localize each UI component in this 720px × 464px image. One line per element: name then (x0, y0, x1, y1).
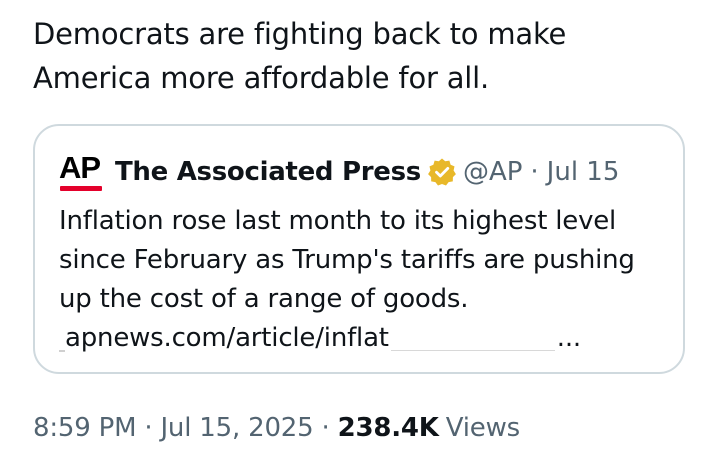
header-separator: · (530, 157, 539, 187)
views-count: 238.4K (337, 413, 439, 443)
meta-separator: · (321, 413, 330, 443)
ap-logo-underline (60, 186, 102, 191)
quoted-tweet-link-line: apnews.com/article/inflat ... (59, 319, 659, 358)
tweet-text: Democrats are fighting back to make Amer… (33, 17, 567, 95)
tweet-meta: 8:59 PM · Jul 15, 2025 · 238.4K Views (33, 408, 520, 448)
quoted-tweet-header: AP The Associated Press @AP · Jul 15 (59, 152, 619, 192)
ap-logo-text: AP (59, 150, 101, 185)
link-fade-line (390, 350, 555, 351)
meta-separator: · (144, 413, 153, 443)
quoted-tweet-date[interactable]: Jul 15 (547, 157, 620, 187)
quoted-tweet-link[interactable]: apnews.com/article/inflat (65, 319, 389, 358)
quoted-tweet-text: Inflation rose last month to its highest… (59, 206, 635, 314)
link-ellipsis: ... (556, 323, 581, 353)
quoted-tweet-card[interactable]: AP The Associated Press @AP · Jul 15 Inf… (33, 124, 685, 374)
views-label: Views (445, 413, 521, 443)
tweet-time[interactable]: 8:59 PM (33, 413, 137, 443)
quoted-author-handle[interactable]: @AP (463, 157, 522, 187)
tweet-date[interactable]: Jul 15, 2025 (160, 413, 313, 443)
verified-badge-icon (427, 157, 457, 187)
quoted-tweet-body: Inflation rose last month to its highest… (59, 202, 659, 358)
ap-logo-avatar[interactable]: AP (59, 152, 105, 192)
quoted-author-name[interactable]: The Associated Press (115, 157, 421, 187)
